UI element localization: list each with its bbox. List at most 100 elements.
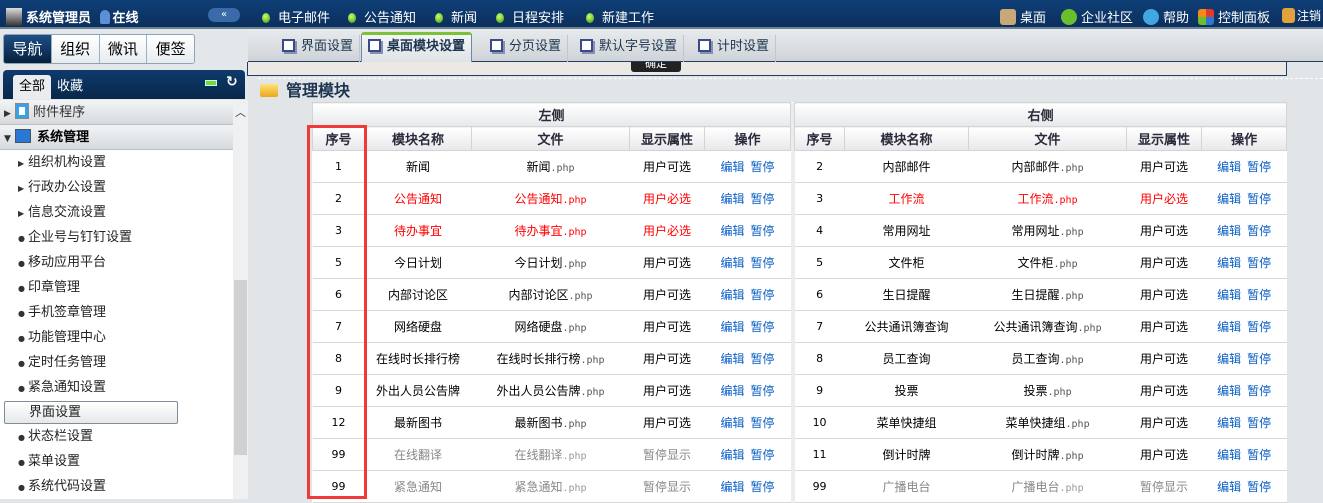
pause-link[interactable]: 暂停 (751, 160, 775, 174)
edit-link[interactable]: 编辑 (721, 352, 745, 366)
pause-link[interactable]: 暂停 (751, 480, 775, 494)
window-icon (580, 39, 593, 52)
sidebar-item[interactable]: 界面设置 (4, 401, 178, 424)
pause-link[interactable]: 暂停 (1247, 416, 1271, 430)
pause-link[interactable]: 暂停 (751, 352, 775, 366)
sidebar-item[interactable]: ● 定时任务管理 (0, 350, 233, 375)
pause-link[interactable]: 暂停 (751, 320, 775, 334)
sidebar-item[interactable]: ● 功能管理中心 (0, 325, 233, 350)
sidebar-item-label: 界面设置 (29, 405, 82, 420)
community-icon (1061, 9, 1077, 25)
minimize-icon[interactable] (205, 80, 217, 86)
sidebar-item[interactable]: ▶ 行政办公设置 (0, 175, 233, 200)
pause-link[interactable]: 暂停 (1247, 256, 1271, 270)
sidebar-item[interactable]: ● 印章管理 (0, 275, 233, 300)
sidebar-group-system[interactable]: ▼ 系统管理 (0, 125, 233, 150)
edit-link[interactable]: 编辑 (1217, 192, 1241, 206)
tab-favorites[interactable]: 收藏 (51, 75, 89, 99)
sidebar-item[interactable]: ● 状态栏设置 (0, 424, 233, 449)
logout-link[interactable]: 注销 (1282, 7, 1321, 24)
tab-timer-settings[interactable]: 计时设置 (692, 35, 777, 63)
user-info[interactable]: 系统管理员 在线 (6, 7, 139, 26)
sidebar-item[interactable]: ▶ 组织机构设置 (0, 150, 233, 175)
edit-link[interactable]: 编辑 (1217, 448, 1241, 462)
tab-org[interactable]: 组织 (50, 35, 99, 63)
sidebar-item[interactable]: ● 系统代码设置 (0, 474, 233, 499)
pause-link[interactable]: 暂停 (1247, 160, 1271, 174)
pause-link[interactable]: 暂停 (751, 224, 775, 238)
pause-link[interactable]: 暂停 (751, 384, 775, 398)
tab-all[interactable]: 全部 (13, 75, 52, 99)
expand-arrow-icon: ▶ (18, 209, 25, 218)
tab-nav[interactable]: 导航 (4, 35, 51, 63)
pause-link[interactable]: 暂停 (1247, 480, 1271, 494)
tab-paging-settings[interactable]: 分页设置 (484, 35, 569, 63)
community-link[interactable]: 企业社区 (1061, 7, 1133, 26)
pause-link[interactable]: 暂停 (1247, 384, 1271, 398)
edit-link[interactable]: 编辑 (721, 160, 745, 174)
pause-link[interactable]: 暂停 (1247, 320, 1271, 334)
pause-link[interactable]: 暂停 (751, 416, 775, 430)
edit-link[interactable]: 编辑 (1217, 224, 1241, 238)
shortcut-email[interactable]: 电子邮件 (262, 7, 330, 26)
tab-font-size-settings[interactable]: 默认字号设置 (574, 35, 685, 63)
edit-link[interactable]: 编辑 (721, 256, 745, 270)
edit-link[interactable]: 编辑 (1217, 416, 1241, 430)
edit-link[interactable]: 编辑 (721, 480, 745, 494)
edit-link[interactable]: 编辑 (721, 288, 745, 302)
edit-link[interactable]: 编辑 (1217, 480, 1241, 494)
shortcut-news[interactable]: 新闻 (435, 7, 477, 26)
desktop-link[interactable]: 桌面 (1000, 7, 1046, 26)
sidebar-item[interactable]: ● 菜单设置 (0, 449, 233, 474)
scrollbar-thumb[interactable] (234, 280, 247, 455)
module-name-cell: 菜单快捷组 (844, 406, 969, 439)
edit-link[interactable]: 编辑 (1217, 288, 1241, 302)
display-attr-cell: 用户可选 (629, 342, 705, 375)
display-attr-cell: 用户可选 (1126, 214, 1202, 247)
sidebar-item[interactable]: ● 企业号与钉钉设置 (0, 225, 233, 250)
pause-link[interactable]: 暂停 (1247, 192, 1271, 206)
refresh-icon[interactable]: ↻ (226, 74, 238, 90)
pause-link[interactable]: 暂停 (1247, 352, 1271, 366)
scroll-up-icon[interactable]: ︿ (235, 104, 246, 120)
confirm-button[interactable]: 确定 (631, 62, 681, 72)
edit-link[interactable]: 编辑 (721, 224, 745, 238)
edit-link[interactable]: 编辑 (1217, 256, 1241, 270)
tab-ui-settings[interactable]: 界面设置 (276, 35, 361, 63)
collapse-sidebar-button[interactable]: « (208, 8, 240, 22)
sidebar-item[interactable]: ▶ 信息交流设置 (0, 200, 233, 225)
edit-link[interactable]: 编辑 (721, 448, 745, 462)
pause-link[interactable]: 暂停 (1247, 224, 1271, 238)
edit-link[interactable]: 编辑 (721, 416, 745, 430)
control-panel-link[interactable]: 控制面板 (1198, 7, 1270, 26)
sidebar-item[interactable]: ● 移动应用平台 (0, 250, 233, 275)
tab-notes[interactable]: 便签 (146, 35, 194, 63)
edit-link[interactable]: 编辑 (721, 384, 745, 398)
pause-link[interactable]: 暂停 (751, 288, 775, 302)
display-attr-cell: 用户可选 (1126, 438, 1202, 471)
pause-link[interactable]: 暂停 (751, 192, 775, 206)
shortcut-calendar[interactable]: 日程安排 (496, 7, 564, 26)
edit-link[interactable]: 编辑 (1217, 384, 1241, 398)
tab-desktop-module-settings[interactable]: 桌面模块设置 (361, 32, 473, 63)
shortcut-new-work[interactable]: 新建工作 (586, 7, 654, 26)
tab-micro-message[interactable]: 微讯 (98, 35, 147, 63)
pause-link[interactable]: 暂停 (751, 448, 775, 462)
pause-link[interactable]: 暂停 (751, 256, 775, 270)
sidebar-item[interactable]: ● 手机签章管理 (0, 300, 233, 325)
green-dot-icon (435, 13, 443, 23)
edit-link[interactable]: 编辑 (721, 320, 745, 334)
edit-link[interactable]: 编辑 (721, 192, 745, 206)
edit-link[interactable]: 编辑 (1217, 320, 1241, 334)
edit-link[interactable]: 编辑 (1217, 160, 1241, 174)
sidebar-group-accessories[interactable]: ▶ 附件程序 (0, 100, 233, 125)
sidebar-item[interactable]: ● 紧急通知设置 (0, 375, 233, 400)
edit-link[interactable]: 编辑 (1217, 352, 1241, 366)
sidebar-scrollbar[interactable]: ︿ (233, 100, 248, 499)
shortcut-notice[interactable]: 公告通知 (348, 7, 416, 26)
pause-link[interactable]: 暂停 (1247, 448, 1271, 462)
pause-link[interactable]: 暂停 (1247, 288, 1271, 302)
top-bar: 系统管理员 在线 « 电子邮件 公告通知 新闻 日程安排 新建工作 桌面 企业社… (0, 0, 1323, 29)
actions-cell: 编辑 暂停 (1201, 150, 1287, 183)
help-link[interactable]: 帮助 (1143, 7, 1189, 26)
